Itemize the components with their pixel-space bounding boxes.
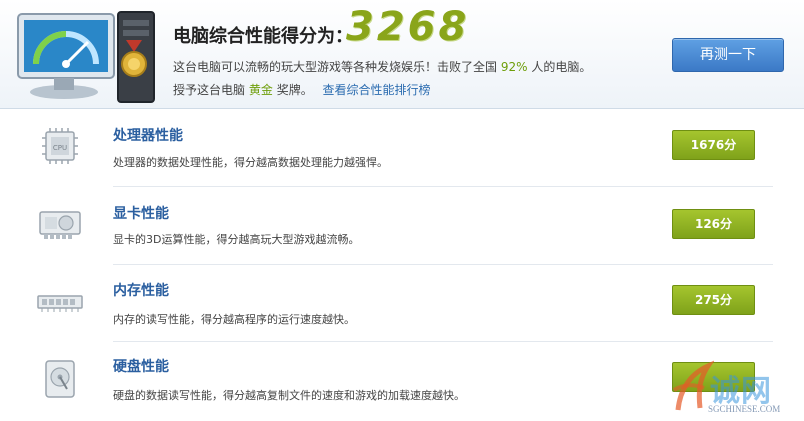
memory-performance-row: 内存性能 内存的读写性能，得分越高程序的运行速度越快。 275分 — [0, 266, 796, 344]
summary-suffix: 人的电脑。 — [531, 60, 592, 74]
site-watermark: 诚网 SGCHINESE.COM — [670, 360, 800, 420]
score-badge: 275分 — [672, 285, 755, 315]
divider — [113, 186, 773, 187]
speedometer-computer-icon — [17, 11, 155, 103]
ranking-link[interactable]: 查看综合性能排行榜 — [323, 83, 431, 97]
score-badge: 1676分 — [672, 130, 755, 160]
medal-name: 黄金 — [248, 83, 273, 97]
graphics-performance-row: 显卡性能 显卡的3D运算性能，得分越高玩大型游戏越流畅。 126分 — [0, 188, 796, 266]
memory-icon — [37, 295, 83, 312]
watermark-url: SGCHINESE.COM — [708, 404, 781, 414]
divider — [113, 264, 773, 265]
divider — [113, 341, 773, 342]
row-title: 处理器性能 — [113, 128, 183, 144]
score-header: 电脑综合性能得分为： 3268 这台电脑可以流畅的玩大型游戏等各种发烧娱乐！击败… — [0, 0, 804, 109]
summary-prefix: 这台电脑可以流畅的玩大型游戏等各种发烧娱乐！击败了全国 — [173, 60, 498, 74]
row-description: 内存的读写性能，得分越高程序的运行速度越快。 — [113, 313, 355, 326]
row-description: 处理器的数据处理性能，得分越高数据处理能力越强悍。 — [113, 156, 388, 169]
row-title: 显卡性能 — [113, 206, 169, 222]
overall-score: 3268 — [346, 4, 470, 50]
score-badge: 126分 — [672, 209, 755, 239]
score-label: 电脑综合性能得分为： — [173, 26, 353, 47]
retest-button[interactable]: 再测一下 — [672, 38, 784, 72]
row-description: 显卡的3D运算性能，得分越高玩大型游戏越流畅。 — [113, 233, 360, 246]
svg-text:CPU: CPU — [53, 144, 67, 152]
medal-suffix: 奖牌。 — [276, 83, 313, 97]
graphics-card-icon — [39, 211, 81, 239]
medal-line: 授予这台电脑 黄金 奖牌。 查看综合性能排行榜 — [173, 81, 431, 98]
beat-percentage: 92% — [500, 60, 528, 74]
medal-prefix: 授予这台电脑 — [173, 83, 246, 97]
score-summary: 这台电脑可以流畅的玩大型游戏等各种发烧娱乐！击败了全国 92% 人的电脑。 — [173, 58, 591, 75]
cpu-performance-row: CPU 处理器性能 处理器的数据处理性能，得分越高数据处理能力越强悍。 1676… — [0, 110, 796, 188]
row-title: 内存性能 — [113, 283, 169, 299]
row-title: 硬盘性能 — [113, 359, 169, 375]
row-description: 硬盘的数据读写性能，得分越高复制文件的速度和游戏的加载速度越快。 — [113, 389, 465, 402]
cpu-icon: CPU — [42, 128, 78, 164]
hard-disk-icon — [45, 360, 75, 398]
